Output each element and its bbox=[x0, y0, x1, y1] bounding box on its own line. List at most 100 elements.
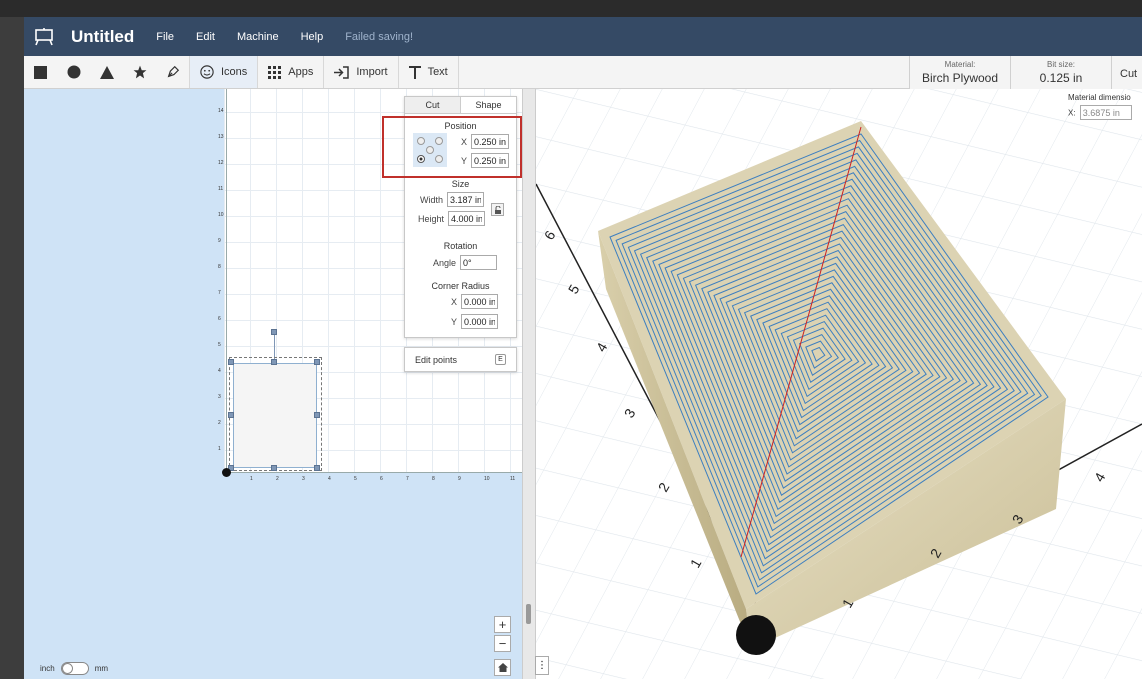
material-value: Birch Plywood bbox=[921, 71, 999, 85]
corner-y-label: Y bbox=[451, 316, 458, 327]
edit-points-label: Edit points bbox=[415, 354, 458, 365]
resize-handle-ml[interactable] bbox=[228, 412, 234, 418]
material-label: Material: bbox=[944, 60, 976, 69]
bit-size-selector[interactable]: Bit size: 0.125 in bbox=[1010, 56, 1111, 89]
x-tick-label: 7 bbox=[406, 476, 409, 482]
y-tick-label: 10 bbox=[218, 212, 224, 218]
preview-3d[interactable]: 6 5 4 3 2 1 1 2 3 4 bbox=[536, 89, 1142, 679]
corner-y-input[interactable] bbox=[461, 314, 499, 329]
x-tick-label: 1 bbox=[250, 476, 253, 482]
resize-handle-mr[interactable] bbox=[314, 412, 320, 418]
angle-input[interactable] bbox=[460, 255, 498, 270]
easel-logo-icon[interactable] bbox=[24, 17, 64, 56]
x-tick-label: 5 bbox=[354, 476, 357, 482]
panel-tabs: Cut Shape bbox=[405, 97, 516, 114]
y-tick-label: 12 bbox=[218, 160, 224, 166]
icons-label: Icons bbox=[221, 66, 248, 78]
y-tick-label: 6 bbox=[218, 316, 221, 322]
import-icon bbox=[334, 65, 350, 79]
bit-size-label: Bit size: bbox=[1046, 60, 1075, 69]
width-input[interactable] bbox=[447, 192, 485, 207]
origin-marker bbox=[222, 468, 231, 477]
resize-handle-tm[interactable] bbox=[271, 359, 277, 365]
tab-cut[interactable]: Cut bbox=[405, 97, 460, 113]
height-row: Height bbox=[418, 211, 486, 226]
menu-edit[interactable]: Edit bbox=[196, 31, 215, 43]
y-tick-label: 11 bbox=[218, 186, 224, 192]
rectangle-shape[interactable] bbox=[233, 363, 317, 468]
material-dimensions: Material dimensio X: bbox=[1068, 93, 1132, 120]
more-options-icon[interactable]: ⋮ bbox=[535, 656, 549, 675]
x-tick-label: 2 bbox=[276, 476, 279, 482]
y-tick-label: 4 bbox=[218, 368, 221, 374]
import-label: Import bbox=[356, 66, 388, 78]
zoom-out-button[interactable]: − bbox=[494, 635, 511, 652]
x-tick-label: 3 bbox=[302, 476, 305, 482]
height-input[interactable] bbox=[448, 211, 486, 226]
resize-handle-br[interactable] bbox=[314, 465, 320, 471]
bit-size-value: 0.125 in bbox=[1039, 71, 1083, 85]
corner-radius-title: Corner Radius bbox=[431, 281, 490, 291]
unit-mm-label: mm bbox=[94, 664, 109, 673]
height-label: Height bbox=[418, 213, 445, 224]
star-tool-icon[interactable] bbox=[123, 56, 156, 88]
pen-tool-icon[interactable] bbox=[156, 56, 189, 88]
apps-label: Apps bbox=[288, 66, 314, 78]
app-window: Untitled File Edit Machine Help Failed s… bbox=[24, 17, 1142, 679]
resize-handle-tr[interactable] bbox=[314, 359, 320, 365]
corner-x-label: X bbox=[451, 296, 458, 307]
edit-points-button[interactable]: Edit points E bbox=[404, 347, 517, 372]
y-tick-label: 7 bbox=[218, 290, 221, 296]
y-tick-label: 9 bbox=[218, 238, 221, 244]
import-button[interactable]: Import bbox=[323, 56, 397, 88]
material-dim-x-input[interactable] bbox=[1079, 105, 1132, 120]
edit-points-shortcut: E bbox=[495, 354, 506, 365]
apps-button[interactable]: Apps bbox=[257, 56, 323, 88]
resize-handle-bm[interactable] bbox=[271, 465, 277, 471]
units-toggle-row: inch mm bbox=[40, 662, 108, 675]
y-tick-label: 5 bbox=[218, 342, 221, 348]
units-toggle[interactable] bbox=[60, 662, 89, 675]
corner-y-row: Y bbox=[451, 314, 499, 329]
material-selector[interactable]: Material: Birch Plywood bbox=[909, 56, 1010, 89]
y-axis bbox=[226, 89, 227, 472]
project-title[interactable]: Untitled bbox=[71, 27, 134, 47]
menu-file[interactable]: File bbox=[156, 31, 174, 43]
x-tick-label: 4 bbox=[328, 476, 331, 482]
toolbar: Icons Apps Import Text Material: Birch P… bbox=[24, 56, 1142, 89]
resize-handle-tl[interactable] bbox=[228, 359, 234, 365]
triangle-tool-icon[interactable] bbox=[90, 56, 123, 88]
material-dim-x-label: X: bbox=[1068, 108, 1076, 118]
y-tick-label: 3 bbox=[218, 394, 221, 400]
rotation-title: Rotation bbox=[443, 241, 478, 251]
y-tick-label: 13 bbox=[218, 134, 224, 140]
y-tick-label: 14 bbox=[218, 108, 224, 114]
circle-tool-icon[interactable] bbox=[57, 56, 90, 88]
position-highlight-box bbox=[382, 116, 522, 178]
rotation-handle[interactable] bbox=[271, 329, 277, 335]
cut-button[interactable]: Cut bbox=[1111, 56, 1142, 89]
toolbar-right: Material: Birch Plywood Bit size: 0.125 … bbox=[909, 56, 1142, 89]
smiley-icon bbox=[200, 65, 214, 79]
preview-3d-scene: 6 5 4 3 2 1 1 2 3 4 bbox=[536, 89, 1142, 679]
lock-aspect-icon[interactable] bbox=[491, 203, 504, 216]
menu-help[interactable]: Help bbox=[301, 31, 324, 43]
grid-apps-icon bbox=[268, 65, 282, 79]
square-tool-icon[interactable] bbox=[24, 56, 57, 88]
zoom-in-button[interactable]: + bbox=[494, 616, 511, 633]
top-bar: Untitled File Edit Machine Help Failed s… bbox=[24, 17, 1142, 56]
menu-machine[interactable]: Machine bbox=[237, 31, 279, 43]
home-view-button[interactable] bbox=[494, 659, 511, 676]
x-tick-label: 6 bbox=[380, 476, 383, 482]
home-icon bbox=[497, 663, 508, 672]
tab-shape[interactable]: Shape bbox=[460, 97, 516, 113]
cut-label: Cut bbox=[1120, 67, 1138, 80]
pane-divider[interactable] bbox=[522, 89, 536, 679]
design-canvas[interactable]: 14 13 12 11 10 9 8 7 6 5 4 3 2 1 1 2 3 4 5 6 7 8 9 10 11 Cut Sh… bbox=[24, 89, 534, 679]
save-status: Failed saving! bbox=[345, 30, 414, 43]
icons-button[interactable]: Icons bbox=[189, 56, 258, 88]
corner-x-row: X bbox=[451, 294, 499, 309]
text-button[interactable]: Text bbox=[397, 56, 459, 88]
pane-divider-grip[interactable] bbox=[526, 604, 531, 624]
corner-x-input[interactable] bbox=[461, 294, 499, 309]
